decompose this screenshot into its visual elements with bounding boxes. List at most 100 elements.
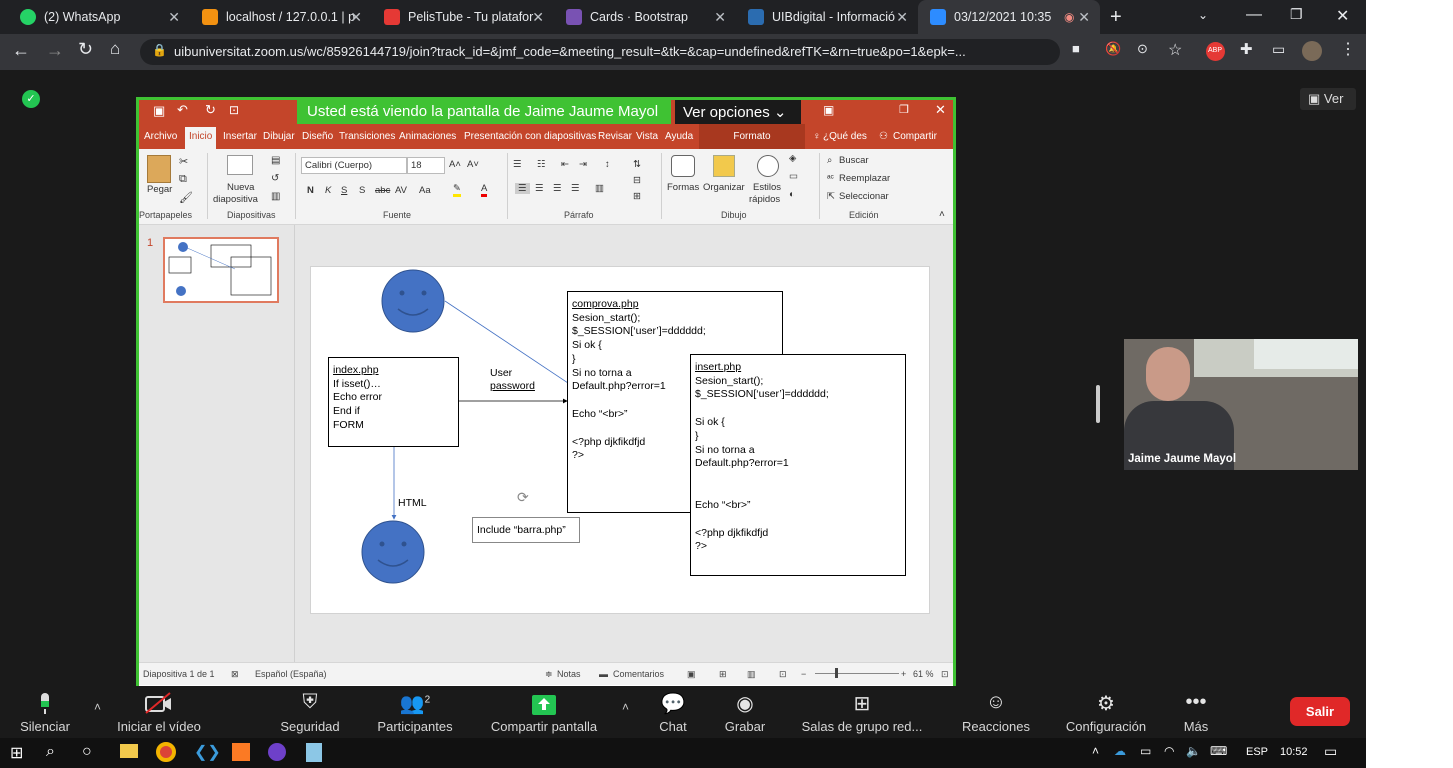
line-spacing-icon[interactable]: ↕ xyxy=(605,159,610,170)
include-textbox[interactable]: Include “barra.php” xyxy=(472,517,580,543)
tab-phpmyadmin[interactable]: localhost / 127.0.0.1 | p ✕ xyxy=(190,0,372,34)
font-size-select[interactable]: 18 xyxy=(407,157,445,174)
notifications-icon[interactable]: ▭ xyxy=(1324,743,1337,760)
undo-icon[interactable]: ↶ xyxy=(177,102,188,118)
organizar-label[interactable]: Organizar xyxy=(703,182,745,193)
tab-uibdigital[interactable]: UIBdigital - Informació ✕ xyxy=(736,0,918,34)
audio-options-chevron-icon[interactable]: ˄ xyxy=(94,700,101,714)
numbering-icon[interactable]: ☷ xyxy=(537,159,546,170)
home-icon[interactable]: ⌂ xyxy=(110,39,120,59)
volume-icon[interactable]: 🔈 xyxy=(1186,744,1201,758)
insert-php-box[interactable]: insert.php Sesion_start(); $_SESSION[‘us… xyxy=(690,354,906,576)
cut-icon[interactable]: ✂ xyxy=(179,155,188,168)
close-tab-icon[interactable]: ✕ xyxy=(1078,9,1090,26)
adblock-icon[interactable]: ABP xyxy=(1206,42,1225,61)
profile-avatar[interactable] xyxy=(1302,41,1322,61)
new-slide-icon[interactable] xyxy=(227,155,253,175)
tab-inicio[interactable]: Inicio xyxy=(185,127,217,149)
nueva-label[interactable]: Nueva xyxy=(227,182,254,193)
minimize-icon[interactable]: — xyxy=(1246,6,1262,24)
accessibility-icon[interactable]: ⊠ xyxy=(231,669,239,680)
file-explorer-icon[interactable] xyxy=(120,744,138,758)
align-center-icon[interactable]: ☰ xyxy=(535,183,544,194)
reactions-button[interactable]: ☺ Reacciones xyxy=(960,686,1032,738)
font-family-select[interactable]: Calibri (Cuerpo) xyxy=(301,157,407,174)
bold-icon[interactable]: N xyxy=(307,185,314,196)
diapositiva-label[interactable]: diapositiva xyxy=(213,194,258,205)
highlight-icon[interactable]: ✎ xyxy=(453,183,461,197)
zoom-out-icon[interactable]: − xyxy=(801,669,806,679)
pegar-label[interactable]: Pegar xyxy=(147,184,172,195)
tab-transiciones[interactable]: Transiciones xyxy=(339,131,395,142)
tab-zoom[interactable]: 03/12/2021 10:35 ◉ ✕ xyxy=(918,0,1100,34)
share-options-chevron-icon[interactable]: ˄ xyxy=(622,700,629,714)
url-field[interactable]: 🔒 uibuniversitat.zoom.us/wc/85926144719/… xyxy=(140,39,1060,65)
forward-icon[interactable]: → xyxy=(46,40,64,61)
language-status[interactable]: Español (España) xyxy=(255,669,327,679)
font-color-icon[interactable]: A xyxy=(481,183,488,197)
battery-icon[interactable]: ▭ xyxy=(1140,744,1151,758)
xampp-icon[interactable] xyxy=(232,743,250,761)
breakout-rooms-button[interactable]: ⊞ Salas de grupo red... xyxy=(800,686,924,738)
input-language[interactable]: ESP xyxy=(1246,746,1268,758)
buscar-button[interactable]: Buscar xyxy=(839,155,869,166)
clock[interactable]: 10:52 xyxy=(1280,746,1308,758)
maximize-icon[interactable]: ❐ xyxy=(899,103,909,116)
rotate-handle-icon[interactable]: ⟳ xyxy=(517,489,529,506)
collapse-ribbon-icon[interactable]: ˄ xyxy=(939,209,945,220)
vscode-icon[interactable]: ❮❯ xyxy=(194,742,221,762)
tab-pelistube[interactable]: PelisTube - Tu platafor ✕ xyxy=(372,0,554,34)
align-right-icon[interactable]: ☰ xyxy=(553,183,562,194)
tab-whatsapp[interactable]: (2) WhatsApp ✕ xyxy=(8,0,190,34)
format-painter-icon[interactable]: 🖌 xyxy=(179,191,193,204)
bookmark-star-icon[interactable]: ☆ xyxy=(1168,40,1182,60)
seleccionar-button[interactable]: Seleccionar xyxy=(839,191,889,202)
tray-chevron-icon[interactable]: ˄ xyxy=(1092,744,1099,758)
shape-effects-icon[interactable]: ◐ xyxy=(789,189,795,200)
columns-icon[interactable]: ▥ xyxy=(595,183,604,194)
chat-button[interactable]: 💬 Chat xyxy=(650,686,696,738)
fit-slide-icon[interactable]: ⊡ xyxy=(941,669,949,680)
shadow-icon[interactable]: S xyxy=(359,185,365,196)
close-tab-icon[interactable]: ✕ xyxy=(168,9,180,26)
notifications-off-icon[interactable]: 🔕 xyxy=(1105,41,1121,57)
section-icon[interactable]: ▥ xyxy=(271,191,280,202)
slide-canvas[interactable]: index.php If isset()… Echo error End if … xyxy=(310,266,930,614)
sorter-view-icon[interactable]: ⊞ xyxy=(719,669,727,680)
change-case-icon[interactable]: Aa xyxy=(419,185,431,196)
formas-label[interactable]: Formas xyxy=(667,182,699,193)
reading-view-icon[interactable]: ▥ xyxy=(747,669,756,680)
tab-diseno[interactable]: Diseño xyxy=(302,131,333,142)
tab-dibujar[interactable]: Dibujar xyxy=(263,131,295,142)
text-direction-icon[interactable]: ⇅ xyxy=(633,159,641,170)
notepad-icon[interactable] xyxy=(306,743,322,762)
rapidos-label[interactable]: rápidos xyxy=(749,194,780,205)
align-left-icon[interactable]: ☰ xyxy=(515,183,530,194)
normal-view-icon[interactable]: ▣ xyxy=(687,669,696,680)
close-tab-icon[interactable]: ✕ xyxy=(350,9,362,26)
view-options-button[interactable]: Ver opciones ⌄ xyxy=(675,100,801,124)
zoom-slider[interactable] xyxy=(815,673,899,674)
comments-button[interactable]: Comentarios xyxy=(613,669,664,679)
chrome-icon[interactable] xyxy=(156,742,176,762)
tab-ayuda[interactable]: Ayuda xyxy=(665,131,693,142)
redo-icon[interactable]: ↻ xyxy=(205,102,216,118)
windows-start-icon[interactable]: ⊞ xyxy=(10,743,23,763)
layout-icon[interactable]: ▤ xyxy=(271,155,280,166)
cast-screen-icon[interactable]: ▭ xyxy=(1272,41,1285,58)
github-desktop-icon[interactable] xyxy=(268,743,286,761)
italic-icon[interactable]: K xyxy=(325,185,331,196)
record-button[interactable]: ◉ Grabar xyxy=(722,686,768,738)
close-window-icon[interactable]: ✕ xyxy=(1336,6,1349,26)
keyboard-icon[interactable]: ⌨ xyxy=(1210,744,1227,758)
reset-icon[interactable]: ↺ xyxy=(271,173,279,184)
zoom-in-icon[interactable]: + xyxy=(901,669,906,679)
slide-thumbnail[interactable] xyxy=(163,237,279,303)
search-icon[interactable]: ⌕ xyxy=(46,743,55,761)
participants-button[interactable]: 👥2 Participantes xyxy=(372,686,458,738)
shape-outline-icon[interactable]: ▭ xyxy=(789,171,798,182)
shape-fill-icon[interactable]: ◈ xyxy=(789,153,796,164)
notes-button[interactable]: Notas xyxy=(557,669,581,679)
back-icon[interactable]: ← xyxy=(12,40,30,61)
present-icon[interactable]: ⊡ xyxy=(229,103,239,117)
